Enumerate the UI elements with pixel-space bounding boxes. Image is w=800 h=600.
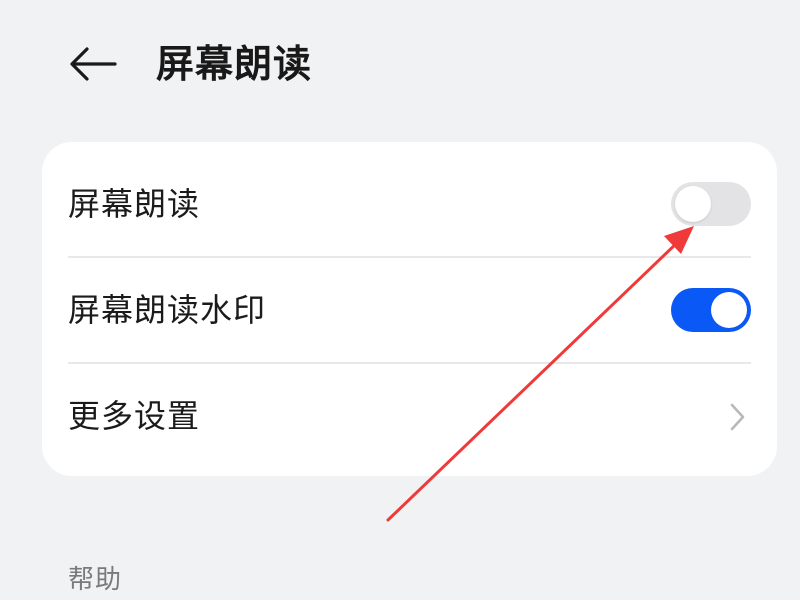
more-settings-row[interactable]: 更多设置 (42, 364, 777, 468)
settings-card: 屏幕朗读 屏幕朗读水印 更多设置 (42, 142, 777, 476)
page-title: 屏幕朗读 (156, 42, 313, 86)
more-settings-label: 更多设置 (68, 397, 201, 435)
toggle-knob (711, 292, 747, 328)
back-arrow-icon (70, 47, 117, 81)
chevron-right-icon (730, 403, 745, 431)
screen-reader-label: 屏幕朗读 (68, 185, 201, 223)
screen-reader-watermark-row[interactable]: 屏幕朗读水印 (42, 258, 777, 362)
screen-reader-watermark-toggle[interactable] (671, 288, 751, 332)
screen-reader-watermark-label: 屏幕朗读水印 (68, 291, 267, 329)
toggle-knob (675, 186, 711, 222)
back-button[interactable] (60, 36, 124, 92)
screen-reader-toggle[interactable] (671, 182, 751, 226)
header: 屏幕朗读 (0, 0, 800, 130)
help-section-title: 帮助 (68, 565, 123, 595)
screen-reader-row[interactable]: 屏幕朗读 (42, 152, 777, 256)
